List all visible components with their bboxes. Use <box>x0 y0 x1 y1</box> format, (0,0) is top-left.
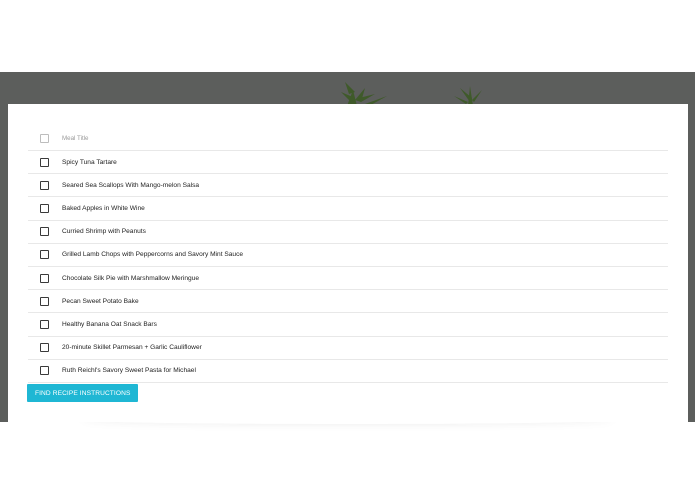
row-checkbox[interactable] <box>40 366 49 376</box>
meal-title-cell: Healthy Banana Oat Snack Bars <box>62 320 157 328</box>
table-row[interactable]: Ruth Reichl's Savory Sweet Pasta for Mic… <box>28 360 668 383</box>
meal-title-cell: 20-minute Skillet Parmesan + Garlic Caul… <box>62 344 202 352</box>
table-body: Spicy Tuna Tartare Seared Sea Scallops Wi… <box>28 151 668 383</box>
row-checkbox[interactable] <box>40 343 49 353</box>
meal-title-cell: Curried Shrimp with Peanuts <box>62 228 146 236</box>
table-row[interactable]: Seared Sea Scallops With Mango-melon Sal… <box>28 174 668 198</box>
plant-leaves-image-2 <box>454 86 482 106</box>
row-checkbox[interactable] <box>40 273 49 283</box>
table-row[interactable]: Grilled Lamb Chops with Peppercorns and … <box>28 244 668 267</box>
table-row[interactable]: Curried Shrimp with Peanuts <box>28 221 668 244</box>
table-header-row: Meal Title <box>28 126 668 151</box>
table-row[interactable]: 20-minute Skillet Parmesan + Garlic Caul… <box>28 337 668 360</box>
recipe-card: Meal Title Spicy Tuna Tartare Seared Sea … <box>8 104 688 422</box>
row-checkbox[interactable] <box>40 227 49 237</box>
row-checkbox[interactable] <box>40 250 49 260</box>
table-row[interactable]: Pecan Sweet Potato Bake <box>28 290 668 314</box>
row-checkbox[interactable] <box>40 203 49 213</box>
column-header-meal-title: Meal Title <box>62 134 89 142</box>
meal-title-cell: Seared Sea Scallops With Mango-melon Sal… <box>62 181 200 189</box>
row-checkbox[interactable] <box>40 180 49 190</box>
plant-leaves-image <box>341 82 387 106</box>
meal-title-cell: Grilled Lamb Chops with Peppercorns and … <box>62 251 244 259</box>
meal-title-cell: Baked Apples in White Wine <box>62 204 145 212</box>
meal-title-cell: Spicy Tuna Tartare <box>62 158 117 166</box>
find-recipe-instructions-button[interactable]: FIND RECIPE INSTRUCTIONS <box>27 384 139 402</box>
row-checkbox[interactable] <box>40 157 49 167</box>
table-row[interactable]: Chocolate Silk Pie with Marshmallow Meri… <box>28 267 668 291</box>
table-row[interactable]: Spicy Tuna Tartare <box>28 151 668 175</box>
meal-title-cell: Chocolate Silk Pie with Marshmallow Meri… <box>62 274 200 282</box>
row-checkbox[interactable] <box>40 296 49 306</box>
table-row[interactable]: Baked Apples in White Wine <box>28 197 668 221</box>
meal-table: Meal Title Spicy Tuna Tartare Seared Sea … <box>28 126 668 383</box>
select-all-checkbox[interactable] <box>40 133 49 143</box>
meal-title-cell: Pecan Sweet Potato Bake <box>62 297 139 305</box>
table-row[interactable]: Healthy Banana Oat Snack Bars <box>28 313 668 337</box>
meal-title-cell: Ruth Reichl's Savory Sweet Pasta for Mic… <box>62 367 196 375</box>
page: Meal Title Spicy Tuna Tartare Seared Sea … <box>0 0 695 494</box>
row-checkbox[interactable] <box>40 319 49 329</box>
